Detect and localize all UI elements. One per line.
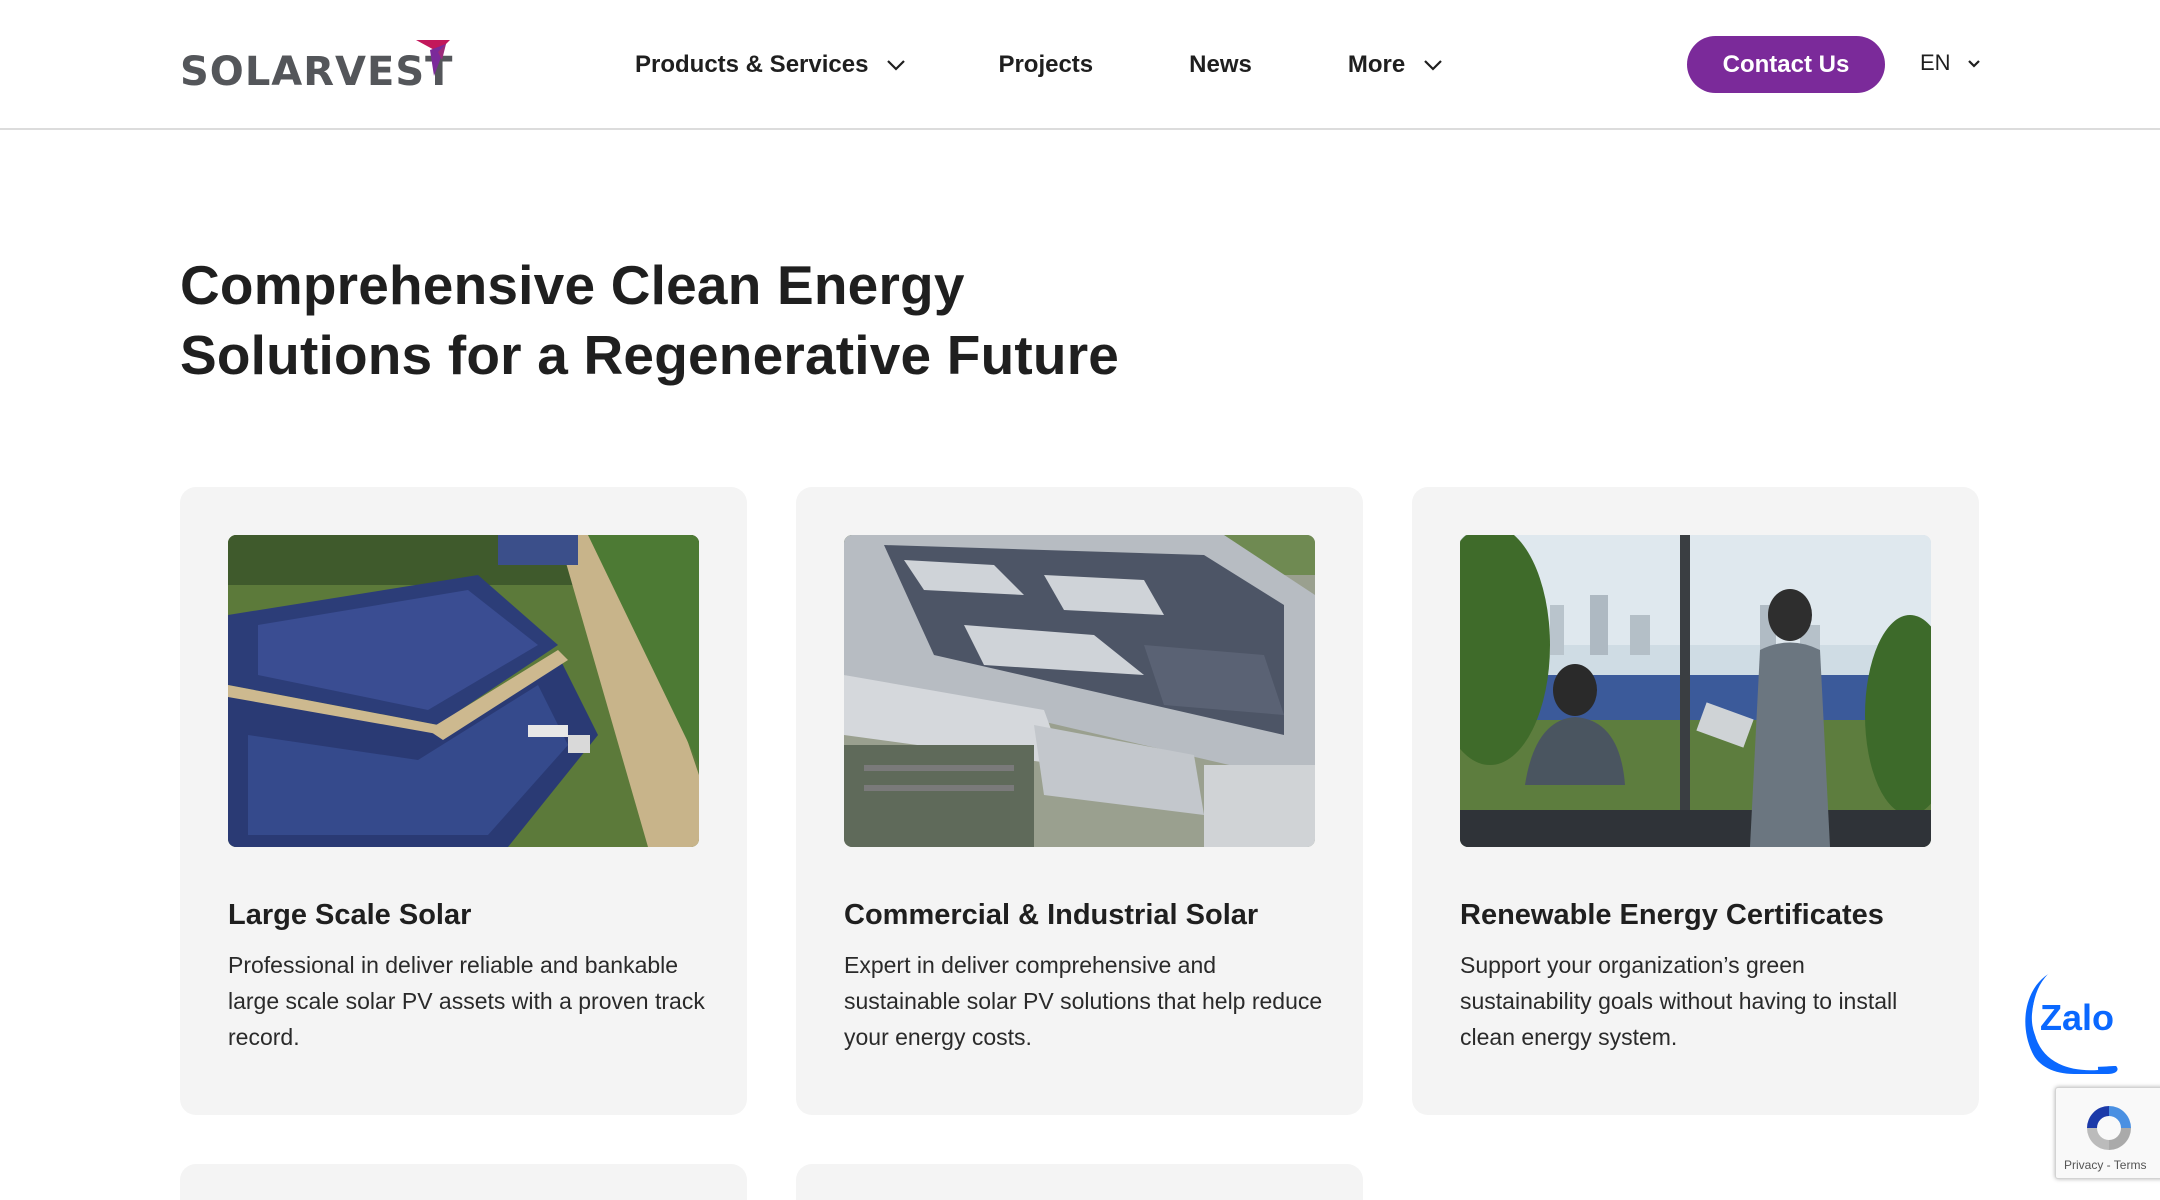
recaptcha-badge[interactable]: Privacy - Terms xyxy=(2055,1087,2160,1179)
nav-products-services-label: Products & Services xyxy=(635,51,869,78)
nav-news-label: News xyxy=(1189,51,1252,78)
nav-more-label: More xyxy=(1347,51,1406,78)
logo-mark-icon xyxy=(416,40,450,76)
logo-wordmark: SOLARVEST xyxy=(180,49,454,95)
office-meeting-image xyxy=(1460,535,1931,847)
card-large-scale-solar[interactable]: Large Scale Solar Professional in delive… xyxy=(180,487,747,1115)
card-description: Support your organization’s green sustai… xyxy=(1460,952,1898,1050)
card-title: Large Scale Solar xyxy=(228,899,472,931)
zalo-label: Zalo xyxy=(2040,997,2114,1038)
rooftop-solar-factory-image xyxy=(844,535,1315,847)
nav-news[interactable]: News xyxy=(1189,51,1252,79)
language-label: EN xyxy=(1920,50,1951,75)
card-title: Commercial & Industrial Solar xyxy=(844,899,1259,931)
main-nav: Products & Services Projects News More xyxy=(635,0,1443,130)
page-title-line-2: Solutions for a Regenerative Future xyxy=(180,324,1120,386)
nav-projects-label: Projects xyxy=(998,51,1094,78)
chevron-down-icon xyxy=(1424,60,1442,71)
card-title: Renewable Energy Certificates xyxy=(1460,899,1884,931)
nav-more[interactable]: More xyxy=(1348,51,1443,79)
recaptcha-links[interactable]: Privacy - Terms xyxy=(2064,1158,2146,1172)
page-title: Comprehensive Clean Energy Solutions for… xyxy=(180,250,1180,390)
card-partial[interactable] xyxy=(180,1164,747,1200)
card-description: Professional in deliver reliable and ban… xyxy=(228,952,705,1050)
card-description: Expert in deliver comprehensive and sust… xyxy=(844,952,1323,1050)
contact-us-button[interactable]: Contact Us xyxy=(1687,36,1885,93)
nav-products-services[interactable]: Products & Services xyxy=(635,51,906,79)
solarvest-logo[interactable]: SOLARVEST xyxy=(180,40,453,92)
recaptcha-icon xyxy=(2087,1106,2131,1150)
site-header: SOLARVEST Products & Services Projects N… xyxy=(0,0,2160,130)
language-selector[interactable]: EN xyxy=(1920,50,1981,76)
aerial-solar-farm-image xyxy=(228,535,699,847)
card-commercial-industrial-solar[interactable]: Commercial & Industrial Solar Expert in … xyxy=(796,487,1363,1115)
card-partial[interactable] xyxy=(796,1164,1363,1200)
card-renewable-energy-certificates[interactable]: Renewable Energy Certificates Support yo… xyxy=(1412,487,1979,1115)
nav-projects[interactable]: Projects xyxy=(998,51,1093,79)
zalo-chat-button[interactable]: Zalo xyxy=(2016,962,2132,1080)
page-title-line-1: Comprehensive Clean Energy xyxy=(180,254,965,316)
chevron-down-icon xyxy=(1967,59,1980,68)
chevron-down-icon xyxy=(887,60,906,71)
